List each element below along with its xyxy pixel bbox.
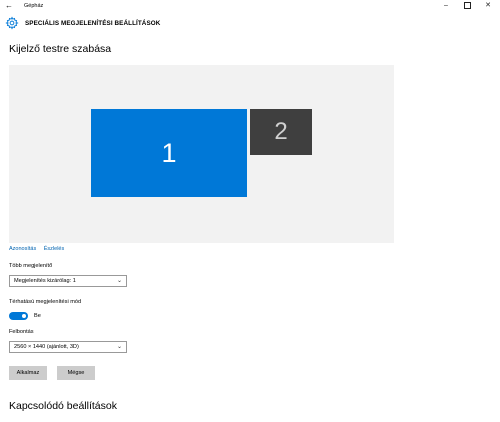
chevron-down-icon: ⌄ [116,344,122,350]
settings-window: ← Gépház – ✕ SPECIÁLIS MEGJELENÍTÉSI BEÁ… [0,0,500,422]
maximize-icon [463,1,471,9]
hdr-mode-label: Térhatású megjelenítési mód [9,299,82,305]
minimize-button[interactable]: – [436,0,456,12]
title-bar: ← Gépház – ✕ [0,0,500,13]
display-links: Azonosítás Észlelés [9,246,70,252]
page-title: SPECIÁLIS MEGJELENÍTÉSI BEÁLLÍTÁSOK [25,20,161,27]
hdr-toggle-row: Be [9,311,41,321]
close-button[interactable]: ✕ [478,0,498,12]
multiple-displays-value: Megjelenítés kizárólag: 1 [14,278,76,284]
cancel-button[interactable]: Mégse [57,366,95,380]
app-title: Gépház [24,3,44,9]
monitor-2[interactable]: 2 [250,109,312,155]
apply-button[interactable]: Alkalmaz [9,366,47,380]
display-arrangement-canvas: 1 2 [9,65,394,243]
back-arrow-icon[interactable]: ← [4,1,14,11]
gear-icon [5,16,19,30]
detect-link[interactable]: Észlelés [44,246,64,252]
resolution-value: 2560 × 1440 (ajánlott, 3D) [14,344,79,350]
customize-display-heading: Kijelző testre szabása [9,43,112,55]
monitor-1-label: 1 [161,137,177,168]
maximize-button[interactable] [457,0,477,12]
toggle-knob [22,314,26,318]
chevron-down-icon: ⌄ [116,278,122,284]
resolution-dropdown[interactable]: 2560 × 1440 (ajánlott, 3D) ⌄ [9,341,127,353]
monitor-2-label: 2 [274,118,288,145]
multiple-displays-dropdown[interactable]: Megjelenítés kizárólag: 1 ⌄ [9,275,127,287]
monitor-1[interactable]: 1 [91,109,247,197]
hdr-toggle-switch[interactable] [9,312,28,320]
related-settings-heading: Kapcsolódó beállítások [9,400,117,412]
resolution-label: Felbontás [9,329,34,335]
multiple-displays-label: Több megjelenítő [9,263,53,269]
page-header: SPECIÁLIS MEGJELENÍTÉSI BEÁLLÍTÁSOK [0,13,500,34]
hdr-toggle-state: Be [34,313,41,319]
identify-link[interactable]: Azonosítás [9,246,36,252]
